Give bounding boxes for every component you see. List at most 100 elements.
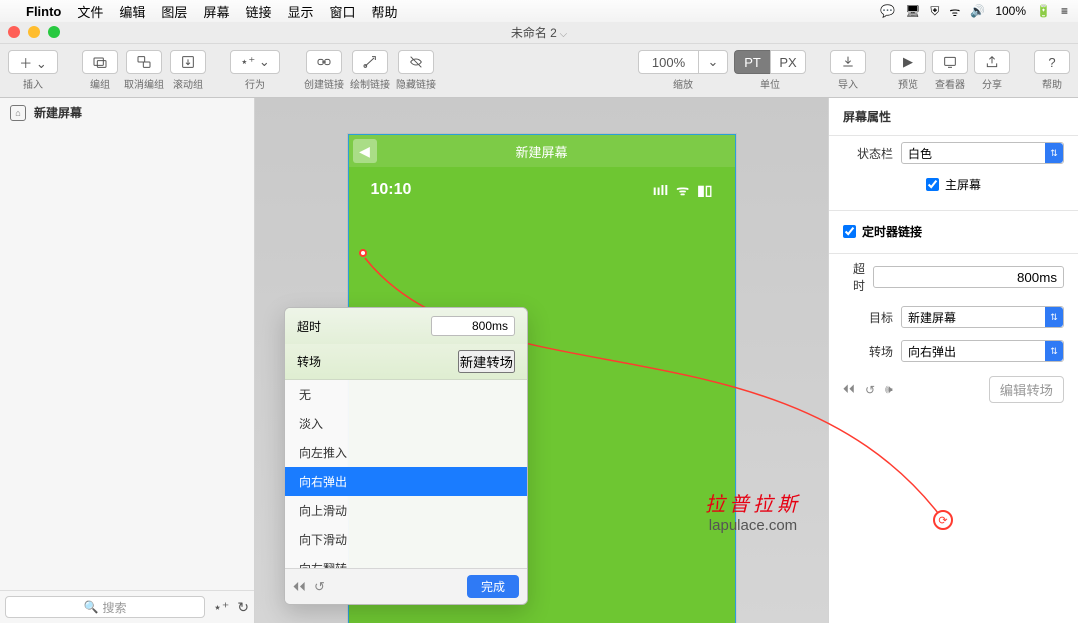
share-label: 分享 <box>982 76 1002 91</box>
drawlink-label: 绘制链接 <box>350 76 390 91</box>
new-transition-button[interactable]: 新建转场 <box>458 350 515 373</box>
menu-link[interactable]: 链接 <box>245 2 271 21</box>
history-sound-icon[interactable]: 🕪 <box>885 382 893 397</box>
section-screen-props: 屏幕属性 <box>829 98 1078 136</box>
inspector-panel: 屏幕属性 状态栏 白色 ⇅ 主屏幕 定时器链接 超时 目 <box>828 98 1078 623</box>
scrollgroup-label: 滚动组 <box>173 76 203 91</box>
transition-option[interactable]: 无 <box>285 380 527 409</box>
close-window-button[interactable] <box>8 26 20 38</box>
behavior-label: 行为 <box>245 76 265 91</box>
popup-history-back-icon[interactable]: ⏴⏴ <box>293 579 306 595</box>
status-display-icon[interactable]: 🖥 <box>905 4 920 18</box>
menu-layer[interactable]: 图层 <box>161 2 187 21</box>
share-button[interactable] <box>974 50 1010 74</box>
statusbar-select[interactable]: 白色 ⇅ <box>901 142 1064 164</box>
select-arrows-icon: ⇅ <box>1045 143 1063 163</box>
insert-label: 插入 <box>23 76 43 91</box>
battery-icon: ▮▯ <box>697 182 712 199</box>
timeout-input[interactable] <box>873 266 1064 288</box>
import-button[interactable] <box>830 50 866 74</box>
popup-timeout-input[interactable] <box>431 316 515 336</box>
search-icon: 🔍 <box>84 600 99 614</box>
sidebar-item-newscreen[interactable]: ⌂ 新建屏幕 <box>0 98 254 127</box>
transition-option[interactable]: 向右弹出 <box>285 467 527 496</box>
drawlink-button[interactable] <box>352 50 388 74</box>
menu-edit[interactable]: 编辑 <box>119 2 145 21</box>
menu-help[interactable]: 帮助 <box>372 2 398 21</box>
zoom-window-button[interactable] <box>48 26 60 38</box>
menu-window[interactable]: 窗口 <box>329 2 355 21</box>
help-label: 帮助 <box>1042 76 1062 91</box>
hidelink-button[interactable] <box>398 50 434 74</box>
menu-screen[interactable]: 屏幕 <box>203 2 229 21</box>
sidebar-item-label: 新建屏幕 <box>34 104 82 121</box>
hidelink-label: 隐藏链接 <box>396 76 436 91</box>
wand-icon[interactable]: ⋆⁺ <box>213 599 229 616</box>
target-select[interactable]: 新建屏幕 ⇅ <box>901 306 1064 328</box>
window-title[interactable]: 未命名 2 <box>511 24 567 41</box>
status-shield-icon[interactable]: ⛨ <box>930 4 939 19</box>
status-volume-icon[interactable]: 🔊 <box>970 4 985 18</box>
app-name[interactable]: Flinto <box>26 4 61 19</box>
scrollgroup-button[interactable] <box>170 50 206 74</box>
zoom-dropdown-button[interactable]: ⌄ <box>698 50 728 74</box>
status-battery-text: 100% <box>995 4 1026 18</box>
back-icon[interactable]: ◀ <box>353 139 377 163</box>
unit-px-button[interactable]: PX <box>770 50 806 74</box>
group-label: 编组 <box>90 76 110 91</box>
menu-file[interactable]: 文件 <box>77 2 103 21</box>
createlink-button[interactable] <box>306 50 342 74</box>
viewer-label: 查看器 <box>935 76 965 91</box>
group-button[interactable] <box>82 50 118 74</box>
edit-transition-button[interactable]: 编辑转场 <box>989 376 1064 403</box>
help-button[interactable]: ? <box>1034 50 1070 74</box>
transition-option[interactable]: 向下滑动 <box>285 525 527 554</box>
preview-button[interactable]: ▶ <box>890 50 926 74</box>
preview-label: 预览 <box>898 76 918 91</box>
mac-menubar: Flinto 文件 编辑 图层 屏幕 链接 显示 窗口 帮助 💬 🖥 ⛨ ᯤ 🔊… <box>0 0 1078 22</box>
popup-history-undo-icon[interactable]: ↺ <box>314 579 325 595</box>
status-chat-icon[interactable]: 💬 <box>880 4 895 18</box>
status-wifi-icon[interactable]: ᯤ <box>949 3 960 20</box>
link-start-handle[interactable] <box>359 249 367 257</box>
transition-option[interactable]: 向左推入 <box>285 438 527 467</box>
phone-header-title: 新建屏幕 <box>515 142 567 161</box>
done-button[interactable]: 完成 <box>467 575 519 598</box>
app-toolbar: ＋ ⌄ 插入 编组 取消编组 滚动组 ⋆⁺ ⌄ 行为 创建链接 绘制链接 隐藏链… <box>0 44 1078 98</box>
menu-view[interactable]: 显示 <box>287 2 313 21</box>
screen-icon: ⌂ <box>10 105 26 121</box>
zoom-value-button[interactable]: 100% <box>638 50 698 74</box>
loop-icon[interactable]: ↻ <box>237 599 249 616</box>
phone-statusbar: 10:10 ııll ᯤ ▮▯ <box>349 167 735 213</box>
transition-option[interactable]: 淡入 <box>285 409 527 438</box>
status-battery-icon[interactable]: 🔋 <box>1036 4 1051 18</box>
insert-button[interactable]: ＋ ⌄ <box>8 50 58 74</box>
transition-select[interactable]: 向右弹出 ⇅ <box>901 340 1064 362</box>
zoom-label: 缩放 <box>673 76 693 91</box>
transition-label: 转场 <box>843 343 893 360</box>
viewer-button[interactable] <box>932 50 968 74</box>
behavior-button[interactable]: ⋆⁺ ⌄ <box>230 50 280 74</box>
wifi-icon: ᯤ <box>676 181 689 200</box>
transition-list[interactable]: 无淡入向左推入向右弹出向上滑动向下滑动向左翻转向右翻转 <box>285 380 527 568</box>
ungroup-button[interactable] <box>126 50 162 74</box>
target-label: 目标 <box>843 309 893 326</box>
phone-time: 10:10 <box>371 181 412 199</box>
history-undo-icon[interactable]: ↺ <box>865 383 875 397</box>
search-input[interactable]: 🔍 搜索 <box>5 596 205 618</box>
unit-pt-button[interactable]: PT <box>734 50 770 74</box>
status-menu-icon[interactable]: ≡ <box>1061 4 1068 18</box>
unit-label: 单位 <box>760 76 780 91</box>
history-back-icon[interactable]: ⏴⏴ <box>843 382 855 397</box>
link-end-timer-handle[interactable]: ⟳ <box>933 510 953 530</box>
transition-option[interactable]: 向左翻转 <box>285 554 527 568</box>
transition-option[interactable]: 向上滑动 <box>285 496 527 525</box>
statusbar-label: 状态栏 <box>843 145 893 162</box>
minimize-window-button[interactable] <box>28 26 40 38</box>
select-arrows-icon: ⇅ <box>1045 341 1063 361</box>
phone-header: ◀ 新建屏幕 <box>349 135 735 167</box>
search-placeholder: 搜索 <box>103 599 127 616</box>
timerlink-checkbox[interactable]: 定时器链接 <box>843 223 922 240</box>
home-checkbox[interactable]: 主屏幕 <box>926 176 981 193</box>
select-arrows-icon: ⇅ <box>1045 307 1063 327</box>
